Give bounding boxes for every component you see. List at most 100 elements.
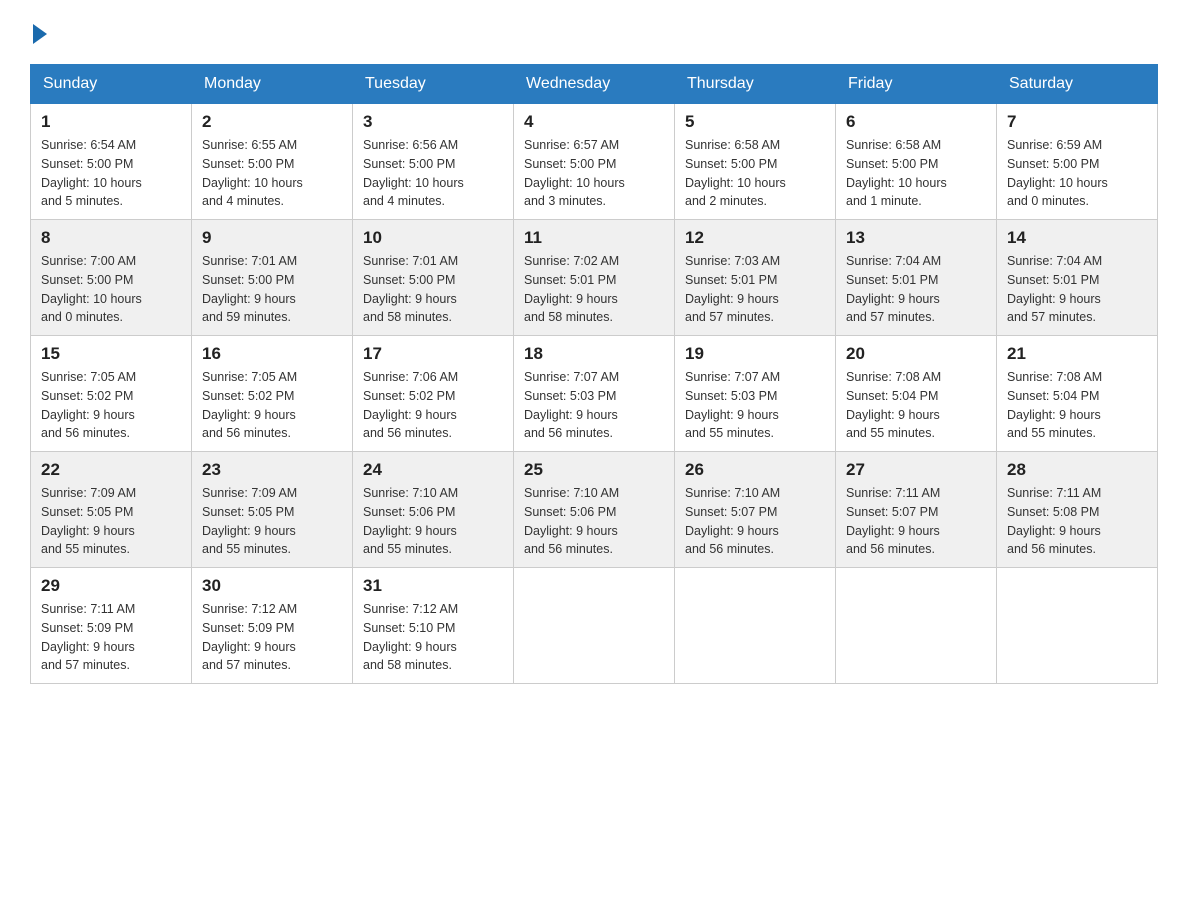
calendar-cell: 7 Sunrise: 6:59 AM Sunset: 5:00 PM Dayli… [997, 104, 1158, 220]
day-info: Sunrise: 7:00 AM Sunset: 5:00 PM Dayligh… [41, 252, 181, 327]
day-info: Sunrise: 7:11 AM Sunset: 5:08 PM Dayligh… [1007, 484, 1147, 559]
calendar-cell: 8 Sunrise: 7:00 AM Sunset: 5:00 PM Dayli… [31, 220, 192, 336]
day-number: 11 [524, 228, 664, 248]
day-info: Sunrise: 7:06 AM Sunset: 5:02 PM Dayligh… [363, 368, 503, 443]
day-of-week-header: Sunday [31, 65, 192, 104]
day-info: Sunrise: 6:55 AM Sunset: 5:00 PM Dayligh… [202, 136, 342, 211]
day-number: 6 [846, 112, 986, 132]
day-of-week-header: Monday [192, 65, 353, 104]
day-info: Sunrise: 7:02 AM Sunset: 5:01 PM Dayligh… [524, 252, 664, 327]
day-of-week-header: Tuesday [353, 65, 514, 104]
calendar-week-row: 8 Sunrise: 7:00 AM Sunset: 5:00 PM Dayli… [31, 220, 1158, 336]
day-of-week-header: Saturday [997, 65, 1158, 104]
calendar-week-row: 22 Sunrise: 7:09 AM Sunset: 5:05 PM Dayl… [31, 452, 1158, 568]
day-info: Sunrise: 6:58 AM Sunset: 5:00 PM Dayligh… [846, 136, 986, 211]
day-number: 18 [524, 344, 664, 364]
day-number: 23 [202, 460, 342, 480]
day-number: 2 [202, 112, 342, 132]
day-number: 14 [1007, 228, 1147, 248]
day-number: 29 [41, 576, 181, 596]
calendar-cell: 9 Sunrise: 7:01 AM Sunset: 5:00 PM Dayli… [192, 220, 353, 336]
calendar-cell: 30 Sunrise: 7:12 AM Sunset: 5:09 PM Dayl… [192, 568, 353, 684]
day-number: 16 [202, 344, 342, 364]
calendar-cell: 11 Sunrise: 7:02 AM Sunset: 5:01 PM Dayl… [514, 220, 675, 336]
calendar-cell: 22 Sunrise: 7:09 AM Sunset: 5:05 PM Dayl… [31, 452, 192, 568]
day-of-week-header: Thursday [675, 65, 836, 104]
day-info: Sunrise: 7:10 AM Sunset: 5:06 PM Dayligh… [363, 484, 503, 559]
day-info: Sunrise: 7:01 AM Sunset: 5:00 PM Dayligh… [202, 252, 342, 327]
calendar-cell: 18 Sunrise: 7:07 AM Sunset: 5:03 PM Dayl… [514, 336, 675, 452]
day-info: Sunrise: 7:09 AM Sunset: 5:05 PM Dayligh… [41, 484, 181, 559]
calendar-week-row: 29 Sunrise: 7:11 AM Sunset: 5:09 PM Dayl… [31, 568, 1158, 684]
calendar-table: SundayMondayTuesdayWednesdayThursdayFrid… [30, 64, 1158, 684]
day-number: 13 [846, 228, 986, 248]
day-number: 12 [685, 228, 825, 248]
calendar-cell: 10 Sunrise: 7:01 AM Sunset: 5:00 PM Dayl… [353, 220, 514, 336]
day-number: 10 [363, 228, 503, 248]
day-info: Sunrise: 7:04 AM Sunset: 5:01 PM Dayligh… [846, 252, 986, 327]
day-number: 25 [524, 460, 664, 480]
calendar-cell: 21 Sunrise: 7:08 AM Sunset: 5:04 PM Dayl… [997, 336, 1158, 452]
calendar-cell: 29 Sunrise: 7:11 AM Sunset: 5:09 PM Dayl… [31, 568, 192, 684]
calendar-cell: 5 Sunrise: 6:58 AM Sunset: 5:00 PM Dayli… [675, 104, 836, 220]
calendar-header-row: SundayMondayTuesdayWednesdayThursdayFrid… [31, 65, 1158, 104]
day-info: Sunrise: 7:05 AM Sunset: 5:02 PM Dayligh… [202, 368, 342, 443]
day-number: 8 [41, 228, 181, 248]
calendar-cell: 1 Sunrise: 6:54 AM Sunset: 5:00 PM Dayli… [31, 104, 192, 220]
day-of-week-header: Wednesday [514, 65, 675, 104]
day-info: Sunrise: 7:11 AM Sunset: 5:09 PM Dayligh… [41, 600, 181, 675]
logo [30, 20, 47, 44]
day-info: Sunrise: 7:05 AM Sunset: 5:02 PM Dayligh… [41, 368, 181, 443]
day-number: 7 [1007, 112, 1147, 132]
calendar-cell: 12 Sunrise: 7:03 AM Sunset: 5:01 PM Dayl… [675, 220, 836, 336]
day-info: Sunrise: 7:10 AM Sunset: 5:06 PM Dayligh… [524, 484, 664, 559]
day-number: 24 [363, 460, 503, 480]
calendar-cell: 31 Sunrise: 7:12 AM Sunset: 5:10 PM Dayl… [353, 568, 514, 684]
day-info: Sunrise: 7:08 AM Sunset: 5:04 PM Dayligh… [846, 368, 986, 443]
calendar-cell: 26 Sunrise: 7:10 AM Sunset: 5:07 PM Dayl… [675, 452, 836, 568]
day-info: Sunrise: 7:12 AM Sunset: 5:10 PM Dayligh… [363, 600, 503, 675]
day-info: Sunrise: 7:07 AM Sunset: 5:03 PM Dayligh… [685, 368, 825, 443]
day-number: 19 [685, 344, 825, 364]
day-info: Sunrise: 6:58 AM Sunset: 5:00 PM Dayligh… [685, 136, 825, 211]
calendar-cell: 2 Sunrise: 6:55 AM Sunset: 5:00 PM Dayli… [192, 104, 353, 220]
day-info: Sunrise: 7:01 AM Sunset: 5:00 PM Dayligh… [363, 252, 503, 327]
day-number: 3 [363, 112, 503, 132]
calendar-cell: 14 Sunrise: 7:04 AM Sunset: 5:01 PM Dayl… [997, 220, 1158, 336]
day-number: 28 [1007, 460, 1147, 480]
calendar-cell: 13 Sunrise: 7:04 AM Sunset: 5:01 PM Dayl… [836, 220, 997, 336]
calendar-cell: 19 Sunrise: 7:07 AM Sunset: 5:03 PM Dayl… [675, 336, 836, 452]
calendar-cell: 16 Sunrise: 7:05 AM Sunset: 5:02 PM Dayl… [192, 336, 353, 452]
calendar-cell: 6 Sunrise: 6:58 AM Sunset: 5:00 PM Dayli… [836, 104, 997, 220]
calendar-cell [675, 568, 836, 684]
day-info: Sunrise: 7:09 AM Sunset: 5:05 PM Dayligh… [202, 484, 342, 559]
day-info: Sunrise: 7:10 AM Sunset: 5:07 PM Dayligh… [685, 484, 825, 559]
calendar-cell: 28 Sunrise: 7:11 AM Sunset: 5:08 PM Dayl… [997, 452, 1158, 568]
day-number: 4 [524, 112, 664, 132]
day-number: 9 [202, 228, 342, 248]
calendar-cell: 24 Sunrise: 7:10 AM Sunset: 5:06 PM Dayl… [353, 452, 514, 568]
day-info: Sunrise: 7:07 AM Sunset: 5:03 PM Dayligh… [524, 368, 664, 443]
day-of-week-header: Friday [836, 65, 997, 104]
day-info: Sunrise: 6:54 AM Sunset: 5:00 PM Dayligh… [41, 136, 181, 211]
logo-arrow-icon [33, 24, 47, 44]
calendar-cell: 15 Sunrise: 7:05 AM Sunset: 5:02 PM Dayl… [31, 336, 192, 452]
day-info: Sunrise: 7:03 AM Sunset: 5:01 PM Dayligh… [685, 252, 825, 327]
calendar-cell: 4 Sunrise: 6:57 AM Sunset: 5:00 PM Dayli… [514, 104, 675, 220]
day-info: Sunrise: 7:11 AM Sunset: 5:07 PM Dayligh… [846, 484, 986, 559]
calendar-cell: 20 Sunrise: 7:08 AM Sunset: 5:04 PM Dayl… [836, 336, 997, 452]
calendar-cell [836, 568, 997, 684]
calendar-week-row: 1 Sunrise: 6:54 AM Sunset: 5:00 PM Dayli… [31, 104, 1158, 220]
calendar-cell [514, 568, 675, 684]
day-number: 22 [41, 460, 181, 480]
calendar-week-row: 15 Sunrise: 7:05 AM Sunset: 5:02 PM Dayl… [31, 336, 1158, 452]
day-number: 21 [1007, 344, 1147, 364]
logo-top [30, 20, 47, 44]
calendar-cell: 27 Sunrise: 7:11 AM Sunset: 5:07 PM Dayl… [836, 452, 997, 568]
day-info: Sunrise: 7:08 AM Sunset: 5:04 PM Dayligh… [1007, 368, 1147, 443]
calendar-cell: 25 Sunrise: 7:10 AM Sunset: 5:06 PM Dayl… [514, 452, 675, 568]
day-number: 27 [846, 460, 986, 480]
calendar-cell [997, 568, 1158, 684]
day-number: 26 [685, 460, 825, 480]
day-info: Sunrise: 7:04 AM Sunset: 5:01 PM Dayligh… [1007, 252, 1147, 327]
